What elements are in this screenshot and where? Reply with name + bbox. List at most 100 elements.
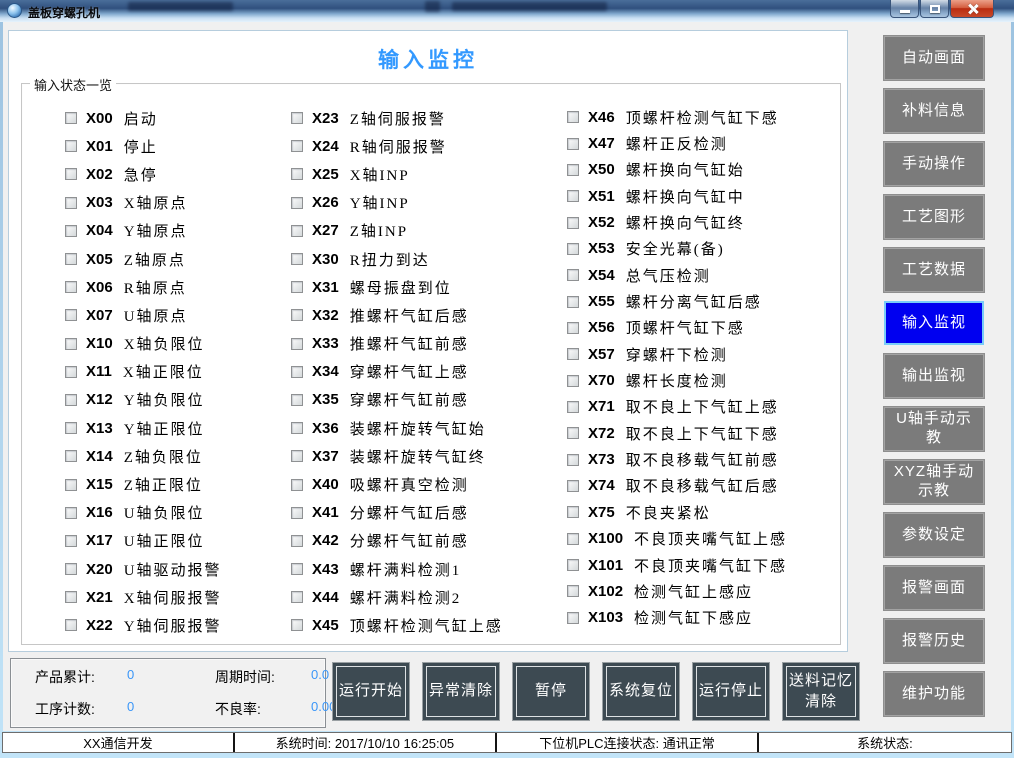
checkbox-x56[interactable] (567, 322, 579, 334)
input-code: X70 (588, 372, 615, 389)
sidebar-button-parameter-setting[interactable]: 参数设定 (884, 513, 984, 557)
checkbox-x02[interactable] (65, 168, 77, 180)
product-total-value: 0 (127, 667, 215, 687)
sidebar-button-process-graphic[interactable]: 工艺图形 (884, 195, 984, 239)
feed-memory-clear-button[interactable]: 送料记忆清除 (782, 662, 860, 721)
checkbox-x04[interactable] (65, 225, 77, 237)
checkbox-x71[interactable] (567, 401, 579, 413)
checkbox-x102[interactable] (567, 585, 579, 597)
sidebar-button-process-data[interactable]: 工艺数据 (884, 248, 984, 292)
run-start-button[interactable]: 运行开始 (332, 662, 410, 721)
checkbox-x20[interactable] (65, 563, 77, 575)
checkbox-x54[interactable] (567, 269, 579, 281)
input-label: 推螺杆气缸前感 (350, 333, 469, 354)
input-code: X13 (86, 420, 113, 437)
checkbox-x70[interactable] (567, 375, 579, 387)
checkbox-x45[interactable] (291, 619, 303, 631)
checkbox-x72[interactable] (567, 427, 579, 439)
checkbox-x12[interactable] (65, 394, 77, 406)
input-row-x20: X20U轴驱动报警 (65, 555, 222, 583)
input-label: Z轴负限位 (124, 446, 203, 467)
sidebar-button-alarm-history[interactable]: 报警历史 (884, 619, 984, 663)
sidebar-button-refill-info[interactable]: 补料信息 (884, 89, 984, 133)
sidebar-button-auto-screen[interactable]: 自动画面 (884, 36, 984, 80)
statusbar-segment-system-time: 系统时间: 2017/10/10 16:25:05 (235, 733, 497, 752)
checkbox-x50[interactable] (567, 164, 579, 176)
input-code: X101 (588, 557, 623, 574)
checkbox-x52[interactable] (567, 217, 579, 229)
checkbox-x47[interactable] (567, 138, 579, 150)
checkbox-x27[interactable] (291, 225, 303, 237)
checkbox-x37[interactable] (291, 450, 303, 462)
checkbox-x01[interactable] (65, 140, 77, 152)
checkbox-x25[interactable] (291, 168, 303, 180)
checkbox-x33[interactable] (291, 338, 303, 350)
input-label: Y轴伺服报警 (124, 615, 222, 636)
checkbox-x00[interactable] (65, 112, 77, 124)
checkbox-x21[interactable] (65, 591, 77, 603)
checkbox-x101[interactable] (567, 559, 579, 571)
maximize-button[interactable] (920, 0, 949, 18)
sidebar-button-maintenance[interactable]: 维护功能 (884, 672, 984, 716)
run-stop-button[interactable]: 运行停止 (692, 662, 770, 721)
input-row-x47: X47螺杆正反检测 (567, 130, 787, 156)
checkbox-x44[interactable] (291, 591, 303, 603)
sidebar-button-xyz-axis-teach[interactable]: XYZ轴手动示教 (884, 460, 984, 504)
checkbox-x06[interactable] (65, 281, 77, 293)
checkbox-x55[interactable] (567, 296, 579, 308)
input-code: X43 (312, 561, 339, 578)
run-start-button-label: 运行开始 (339, 681, 403, 701)
checkbox-x36[interactable] (291, 422, 303, 434)
checkbox-x43[interactable] (291, 563, 303, 575)
checkbox-x26[interactable] (291, 197, 303, 209)
checkbox-x14[interactable] (65, 450, 77, 462)
checkbox-x03[interactable] (65, 197, 77, 209)
checkbox-x46[interactable] (567, 111, 579, 123)
error-clear-button[interactable]: 异常清除 (422, 662, 500, 721)
sidebar-button-input-monitor[interactable]: 输入监视 (884, 301, 984, 345)
checkbox-x17[interactable] (65, 535, 77, 547)
checkbox-x40[interactable] (291, 479, 303, 491)
checkbox-x42[interactable] (291, 535, 303, 547)
checkbox-x16[interactable] (65, 507, 77, 519)
sidebar-button-u-axis-teach[interactable]: U轴手动示教 (884, 407, 984, 451)
checkbox-x53[interactable] (567, 243, 579, 255)
checkbox-x11[interactable] (65, 366, 77, 378)
checkbox-x100[interactable] (567, 533, 579, 545)
titlebar[interactable]: 盖板穿螺孔机 (0, 0, 1014, 22)
checkbox-x23[interactable] (291, 112, 303, 124)
checkbox-x74[interactable] (567, 480, 579, 492)
checkbox-x13[interactable] (65, 422, 77, 434)
checkbox-x31[interactable] (291, 281, 303, 293)
checkbox-x34[interactable] (291, 366, 303, 378)
input-code: X44 (312, 589, 339, 606)
checkbox-x75[interactable] (567, 506, 579, 518)
checkbox-x35[interactable] (291, 394, 303, 406)
checkbox-x15[interactable] (65, 479, 77, 491)
checkbox-x22[interactable] (65, 619, 77, 631)
sidebar-button-manual-operation[interactable]: 手动操作 (884, 142, 984, 186)
sidebar-button-alarm-screen[interactable]: 报警画面 (884, 566, 984, 610)
checkbox-x24[interactable] (291, 140, 303, 152)
input-code: X45 (312, 617, 339, 634)
checkbox-x32[interactable] (291, 309, 303, 321)
input-label: U轴驱动报警 (124, 559, 222, 580)
input-label: X轴INP (350, 164, 410, 185)
sidebar-button-output-monitor[interactable]: 输出监视 (884, 354, 984, 398)
minimize-button[interactable] (890, 0, 919, 18)
checkbox-x73[interactable] (567, 454, 579, 466)
checkbox-x07[interactable] (65, 309, 77, 321)
checkbox-x41[interactable] (291, 507, 303, 519)
checkbox-x51[interactable] (567, 190, 579, 202)
checkbox-x05[interactable] (65, 253, 77, 265)
checkbox-x10[interactable] (65, 338, 77, 350)
system-reset-button[interactable]: 系统复位 (602, 662, 680, 721)
checkbox-x30[interactable] (291, 253, 303, 265)
close-button[interactable] (950, 0, 994, 18)
input-code: X75 (588, 504, 615, 521)
checkbox-x103[interactable] (567, 612, 579, 624)
checkbox-x57[interactable] (567, 348, 579, 360)
pause-button[interactable]: 暂停 (512, 662, 590, 721)
feed-memory-clear-button-label: 送料记忆清除 (789, 671, 853, 712)
input-label: U轴原点 (124, 305, 188, 326)
